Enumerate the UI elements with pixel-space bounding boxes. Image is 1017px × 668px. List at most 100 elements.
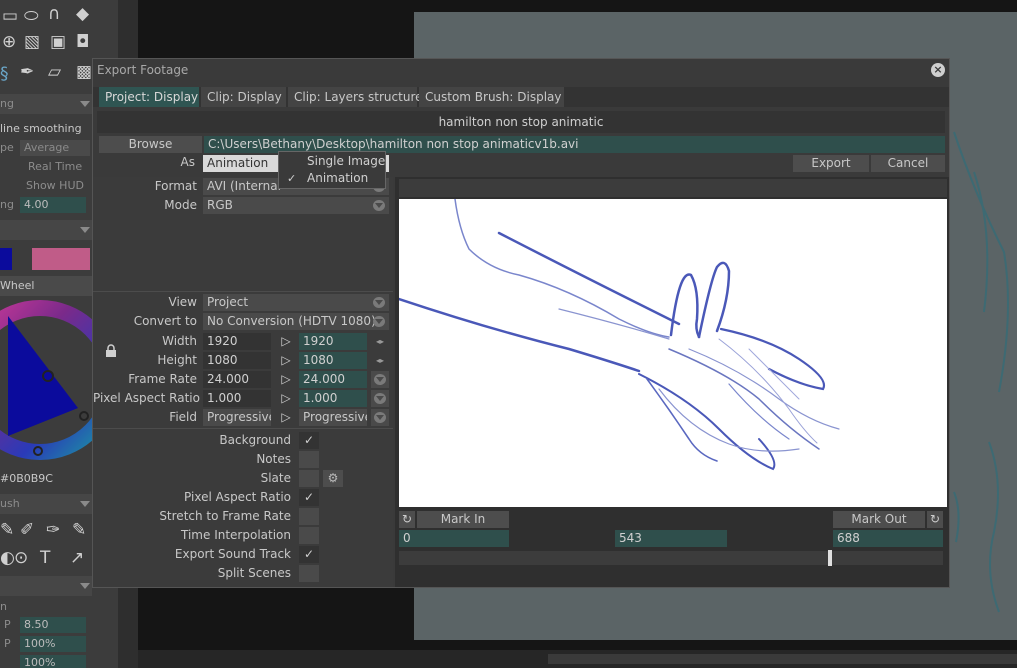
color-swatch-secondary[interactable]: [32, 248, 90, 270]
mark-in-button[interactable]: Mark In: [417, 511, 509, 528]
menu-item-animation[interactable]: ✓ Animation: [279, 170, 385, 187]
pointer-icon[interactable]: ↗: [70, 550, 84, 567]
arrow-right-icon: ▷: [281, 353, 291, 367]
pen-icon[interactable]: ✒: [20, 64, 34, 81]
chevron-down-icon: [373, 200, 385, 211]
opacity-field[interactable]: 100%: [20, 636, 86, 652]
browse-button[interactable]: Browse: [99, 136, 202, 153]
output-value[interactable]: 1920: [299, 333, 367, 350]
ellipse-icon[interactable]: ⬭: [24, 8, 39, 25]
option-checkbox[interactable]: [299, 527, 319, 544]
option-checkbox[interactable]: [299, 508, 319, 525]
brush-icon[interactable]: ✑: [46, 522, 60, 539]
option-checkbox[interactable]: ✓: [299, 432, 319, 449]
color-wheel[interactable]: [0, 296, 92, 468]
bg-label: P: [4, 618, 11, 631]
bg-label: ng: [0, 97, 14, 110]
source-value[interactable]: 1080: [203, 352, 271, 369]
chevron-down-icon: [373, 297, 385, 308]
export-settings-panel: Format AVI (Internal Mode RGB View Proje…: [93, 177, 393, 587]
lasso-icon[interactable]: ∩: [48, 6, 60, 23]
convert-to-select[interactable]: No Conversion (HDTV 1080): [203, 313, 389, 330]
mark-out-button[interactable]: Mark Out: [833, 511, 925, 528]
dialog-title: Export Footage: [97, 63, 189, 77]
refresh-icon[interactable]: ↻: [927, 511, 943, 528]
row-label: Width: [162, 334, 197, 348]
option-checkbox[interactable]: [299, 470, 319, 487]
cancel-button[interactable]: Cancel: [871, 155, 945, 172]
mode-select[interactable]: RGB: [203, 197, 389, 214]
chevron-down-icon[interactable]: [80, 227, 90, 233]
smoothing-type-select[interactable]: Average: [20, 140, 90, 156]
size-field[interactable]: 8.50: [20, 617, 86, 633]
brush-value-field[interactable]: 4.00: [20, 197, 86, 213]
chevron-down-icon[interactable]: [80, 583, 90, 589]
stepper-icon[interactable]: ◂▸: [373, 333, 387, 350]
row-select-button[interactable]: [371, 390, 389, 407]
view-select[interactable]: Project: [203, 294, 389, 311]
brush-tip-icon[interactable]: ✎: [0, 522, 14, 539]
paper-icon[interactable]: ▱: [48, 64, 61, 81]
stepper-icon[interactable]: ◂▸: [373, 352, 387, 369]
plus-circle-icon[interactable]: ⊕: [2, 34, 16, 51]
frame-slider-handle[interactable]: [828, 550, 833, 566]
mark-in-field[interactable]: 0: [399, 530, 509, 547]
mask-icon[interactable]: ▩: [76, 64, 92, 81]
option-label: Slate: [260, 471, 291, 485]
rectangle-icon[interactable]: ▭: [2, 8, 18, 25]
option-checkbox[interactable]: ✓: [299, 489, 319, 506]
move-icon[interactable]: ▣: [50, 34, 66, 51]
tab-clip-display[interactable]: Clip: Display: [201, 87, 286, 107]
row-select-button[interactable]: [371, 409, 389, 426]
tab-clip-layers-structure[interactable]: Clip: Layers structure: [288, 87, 423, 107]
panel-header-lower[interactable]: [0, 576, 92, 596]
menu-item-label: Single Image: [307, 154, 386, 168]
paint-icon[interactable]: ✐: [20, 522, 34, 539]
format-label: Format: [154, 179, 197, 193]
mode-label: Mode: [164, 198, 197, 212]
close-icon[interactable]: ×: [931, 63, 945, 77]
chevron-down-icon[interactable]: [80, 101, 90, 107]
source-value[interactable]: 24.000: [203, 371, 271, 388]
tab-project-display[interactable]: Project: Display: [99, 87, 199, 107]
tab-custom-brush-display[interactable]: Custom Brush: Display: [419, 87, 564, 107]
source-value[interactable]: Progressive: [203, 409, 271, 426]
row-select-button[interactable]: [371, 371, 389, 388]
option-checkbox[interactable]: [299, 565, 319, 582]
option-checkbox[interactable]: ✓: [299, 546, 319, 563]
chevron-down-icon[interactable]: [80, 501, 90, 507]
current-frame-field[interactable]: 543: [615, 530, 727, 547]
camera-icon[interactable]: ◘: [76, 34, 89, 51]
output-value[interactable]: 1.000: [299, 390, 367, 407]
export-button[interactable]: Export: [793, 155, 869, 172]
preview-toolbar: [399, 179, 947, 197]
refresh-icon[interactable]: ↻: [399, 511, 415, 528]
color-swatch-primary[interactable]: [0, 248, 12, 270]
output-value[interactable]: 24.000: [299, 371, 367, 388]
source-value[interactable]: 1920: [203, 333, 271, 350]
fill-icon[interactable]: ◐: [0, 550, 15, 567]
panel-header-color[interactable]: [0, 220, 92, 240]
hook-icon[interactable]: §: [0, 66, 9, 83]
as-label: As: [180, 155, 195, 169]
option-checkbox[interactable]: [299, 451, 319, 468]
menu-item-single-image[interactable]: Single Image: [279, 153, 385, 170]
bg-label: Show HUD: [26, 179, 84, 192]
convert-to-label: Convert to: [133, 314, 197, 328]
eraser-icon[interactable]: ◆: [76, 6, 89, 23]
source-value[interactable]: 1.000: [203, 390, 271, 407]
bg-label: ng: [0, 198, 14, 211]
grid-icon[interactable]: ▧: [24, 34, 40, 51]
arrow-right-icon: ▷: [281, 410, 291, 424]
pin-icon[interactable]: ⊙: [14, 550, 28, 567]
output-value[interactable]: 1080: [299, 352, 367, 369]
option-label: Pixel Aspect Ratio: [184, 490, 291, 504]
mark-out-field[interactable]: 688: [833, 530, 943, 547]
flow-field[interactable]: 100%: [20, 655, 86, 668]
frame-slider[interactable]: [399, 551, 943, 565]
output-value[interactable]: Progressive: [299, 409, 367, 426]
scrollbar-thumb[interactable]: [548, 654, 1017, 664]
text-icon[interactable]: T: [40, 550, 50, 567]
marker-icon[interactable]: ✎: [72, 522, 86, 539]
slate-settings-icon[interactable]: ⚙: [323, 470, 343, 487]
